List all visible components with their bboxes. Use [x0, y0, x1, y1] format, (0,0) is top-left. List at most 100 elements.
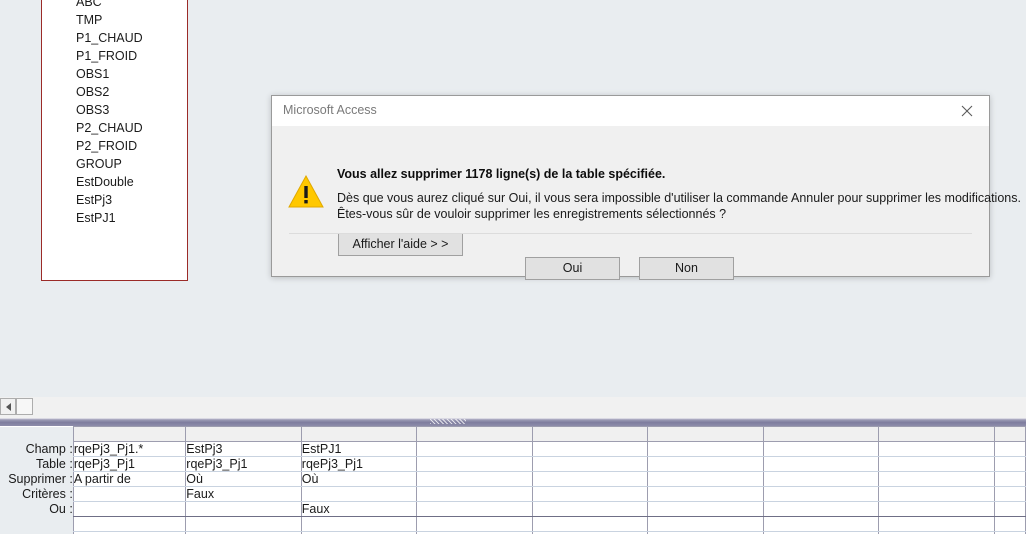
field-list-item[interactable]: TMP: [42, 11, 187, 29]
access-confirm-dialog[interactable]: Microsoft Access Vous allez supprimer 11…: [271, 95, 1021, 280]
qbe-cell[interactable]: [763, 516, 880, 532]
field-list-item[interactable]: OBS1: [42, 65, 187, 83]
qbe-cell[interactable]: [647, 501, 764, 517]
yes-button[interactable]: Oui: [525, 257, 620, 280]
qbe-grid[interactable]: Champ : rqePj3_Pj1.* EstPj3 EstPJ1 Table : rq…: [0, 426, 1026, 534]
field-list-item[interactable]: P2_CHAUD: [42, 119, 187, 137]
qbe-cell[interactable]: [301, 516, 418, 532]
pane-splitter[interactable]: [0, 418, 1026, 426]
scrollbar-thumb[interactable]: [16, 398, 33, 415]
field-list-item[interactable]: OBS2: [42, 83, 187, 101]
field-list-item[interactable]: EstDouble: [42, 173, 187, 191]
qbe-cell[interactable]: Faux: [185, 486, 302, 502]
dialog-message-line-1: Dès que vous aurez cliqué sur Oui, il vo…: [337, 191, 1021, 205]
qbe-cell[interactable]: [994, 516, 1026, 532]
qbe-column-selector[interactable]: [301, 426, 418, 442]
qbe-cell[interactable]: [416, 501, 533, 517]
qbe-cell[interactable]: EstPJ1: [301, 441, 418, 457]
dialog-title: Microsoft Access: [283, 103, 377, 117]
qbe-row: Critères : Faux: [0, 486, 1026, 502]
qbe-cell[interactable]: [72, 486, 187, 502]
scroll-left-button[interactable]: [0, 398, 16, 415]
qbe-column-selector[interactable]: [532, 426, 649, 442]
field-list-item[interactable]: P1_CHAUD: [42, 29, 187, 47]
qbe-column-selector[interactable]: [647, 426, 764, 442]
qbe-cell[interactable]: [994, 456, 1026, 472]
qbe-cell[interactable]: [763, 501, 880, 517]
qbe-cell[interactable]: [763, 471, 880, 487]
qbe-cell[interactable]: rqePj3_Pj1.*: [72, 441, 187, 457]
scrollbar-track[interactable]: [33, 398, 1026, 415]
triangle-left-icon: [5, 402, 11, 411]
qbe-cell[interactable]: [647, 516, 764, 532]
qbe-cell[interactable]: [532, 471, 649, 487]
dialog-body: Vous allez supprimer 1178 ligne(s) de la…: [272, 127, 1021, 256]
qbe-column-selector[interactable]: [763, 426, 880, 442]
qbe-row-label: Ou :: [0, 501, 74, 517]
field-list-item[interactable]: GROUP: [42, 155, 187, 173]
qbe-cell[interactable]: [994, 501, 1026, 517]
field-list-item[interactable]: ABC: [42, 0, 187, 11]
qbe-cell[interactable]: [532, 456, 649, 472]
qbe-cell[interactable]: [532, 486, 649, 502]
qbe-cell[interactable]: [878, 501, 995, 517]
qbe-cell[interactable]: [647, 471, 764, 487]
qbe-column-selector[interactable]: [994, 426, 1026, 442]
qbe-row-label: Champ :: [0, 441, 74, 457]
field-list-item[interactable]: OBS3: [42, 101, 187, 119]
qbe-cell[interactable]: [416, 516, 533, 532]
qbe-column-selector[interactable]: [72, 426, 187, 442]
qbe-body: Champ : rqePj3_Pj1.* EstPj3 EstPJ1 Table : rq…: [0, 426, 1026, 534]
qbe-cell[interactable]: [994, 441, 1026, 457]
qbe-cell[interactable]: [532, 501, 649, 517]
qbe-row: [0, 516, 1026, 532]
qbe-cell[interactable]: rqePj3_Pj1: [72, 456, 187, 472]
qbe-cell[interactable]: [301, 486, 418, 502]
qbe-cell[interactable]: EstPj3: [185, 441, 302, 457]
field-list-item[interactable]: EstPj3: [42, 191, 187, 209]
qbe-cell[interactable]: [72, 501, 187, 517]
qbe-cell[interactable]: [994, 471, 1026, 487]
qbe-cell[interactable]: [878, 486, 995, 502]
qbe-cell[interactable]: Où: [185, 471, 302, 487]
qbe-cell[interactable]: rqePj3_Pj1: [301, 456, 418, 472]
qbe-column-selector[interactable]: [185, 426, 302, 442]
qbe-cell[interactable]: [647, 456, 764, 472]
qbe-cell[interactable]: [416, 456, 533, 472]
qbe-cell[interactable]: [185, 516, 302, 532]
qbe-cell[interactable]: [763, 456, 880, 472]
qbe-cell[interactable]: [763, 441, 880, 457]
qbe-cell[interactable]: [532, 516, 649, 532]
qbe-column-selector[interactable]: [416, 426, 533, 442]
close-button[interactable]: [945, 96, 989, 125]
qbe-cell[interactable]: [532, 441, 649, 457]
qbe-row: Supprimer :A partir de Où Où: [0, 471, 1026, 487]
qbe-cell[interactable]: [647, 441, 764, 457]
qbe-cell[interactable]: [878, 471, 995, 487]
horizontal-scrollbar[interactable]: [0, 397, 1026, 418]
field-list-box[interactable]: MFSABCTMPP1_CHAUDP1_FROIDOBS1OBS2OBS3P2_…: [41, 0, 188, 281]
qbe-column-selector[interactable]: [878, 426, 995, 442]
qbe-cell[interactable]: [416, 486, 533, 502]
qbe-cell[interactable]: [763, 486, 880, 502]
qbe-cell[interactable]: rqePj3_Pj1: [185, 456, 302, 472]
field-list[interactable]: MFSABCTMPP1_CHAUDP1_FROIDOBS1OBS2OBS3P2_…: [42, 0, 187, 280]
no-button[interactable]: Non: [639, 257, 734, 280]
qbe-cell[interactable]: [416, 471, 533, 487]
qbe-cell[interactable]: [647, 486, 764, 502]
field-list-item[interactable]: EstPJ1: [42, 209, 187, 227]
qbe-cell[interactable]: [185, 501, 302, 517]
qbe-cell[interactable]: [878, 516, 995, 532]
field-list-item[interactable]: P1_FROID: [42, 47, 187, 65]
qbe-cell[interactable]: [878, 456, 995, 472]
qbe-cell[interactable]: A partir de: [72, 471, 187, 487]
qbe-cell[interactable]: Faux: [301, 501, 418, 517]
qbe-cell[interactable]: [72, 516, 187, 532]
dialog-titlebar[interactable]: Microsoft Access: [272, 96, 989, 127]
qbe-cell[interactable]: [878, 441, 995, 457]
warning-triangle-icon: [288, 175, 324, 208]
field-list-item[interactable]: P2_FROID: [42, 137, 187, 155]
qbe-cell[interactable]: [416, 441, 533, 457]
qbe-cell[interactable]: [994, 486, 1026, 502]
qbe-cell[interactable]: Où: [301, 471, 418, 487]
